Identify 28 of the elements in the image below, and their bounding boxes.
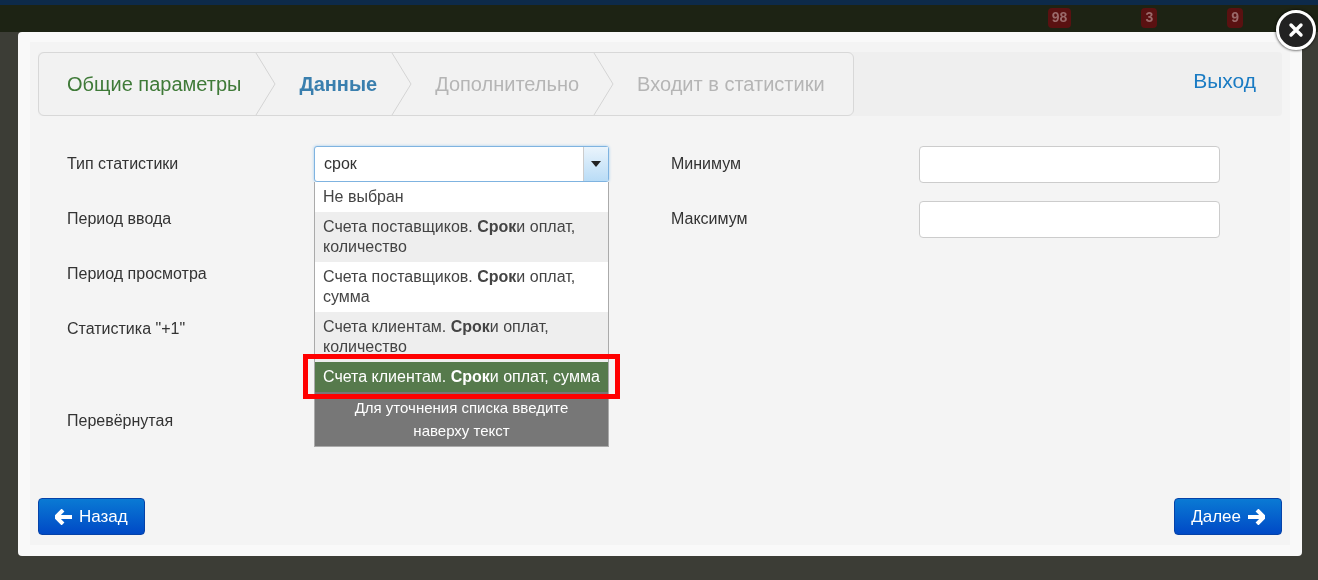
arrow-left-icon (55, 508, 73, 525)
dropdown-option[interactable]: Не выбран (315, 182, 608, 212)
field-label: Период ввода (67, 209, 172, 228)
dropdown-option[interactable]: Счета клиентам. Сроки оплат, сумма (315, 362, 608, 392)
wizard-step[interactable]: Общие параметры (39, 53, 256, 115)
notification-badge: 9 (1227, 8, 1243, 28)
dropdown-option[interactable]: Счета поставщиков. Сроки оплат, количество (315, 212, 608, 262)
caret-icon (591, 161, 601, 167)
input-field[interactable] (919, 146, 1220, 183)
select-value: срок (323, 155, 358, 173)
dropdown-toggle[interactable] (583, 147, 608, 181)
field-label: Тип статистики (67, 154, 179, 173)
wizard-step[interactable]: Данные (277, 53, 392, 115)
back-button[interactable]: Назад (38, 498, 145, 535)
arrow-right-icon (1247, 508, 1265, 525)
input-field[interactable] (919, 201, 1220, 238)
dropdown-option[interactable]: Счета поставщиков. Сроки оплат, сумма (315, 262, 608, 312)
field-label: Максимум (671, 209, 749, 228)
close-icon (1288, 22, 1304, 38)
notification-badge: 98 (1047, 8, 1072, 28)
select-field[interactable]: срок (314, 146, 609, 182)
field-label: Перевёрнутая (67, 411, 174, 430)
exit-link[interactable]: Выход (1193, 69, 1256, 93)
field-label: Минимум (671, 154, 743, 173)
notification-badge: 3 (1141, 8, 1158, 28)
field-label: Период просмотра (67, 264, 207, 283)
field-label: Статистика "+1" (67, 319, 186, 338)
next-button[interactable]: Далее (1174, 498, 1282, 535)
